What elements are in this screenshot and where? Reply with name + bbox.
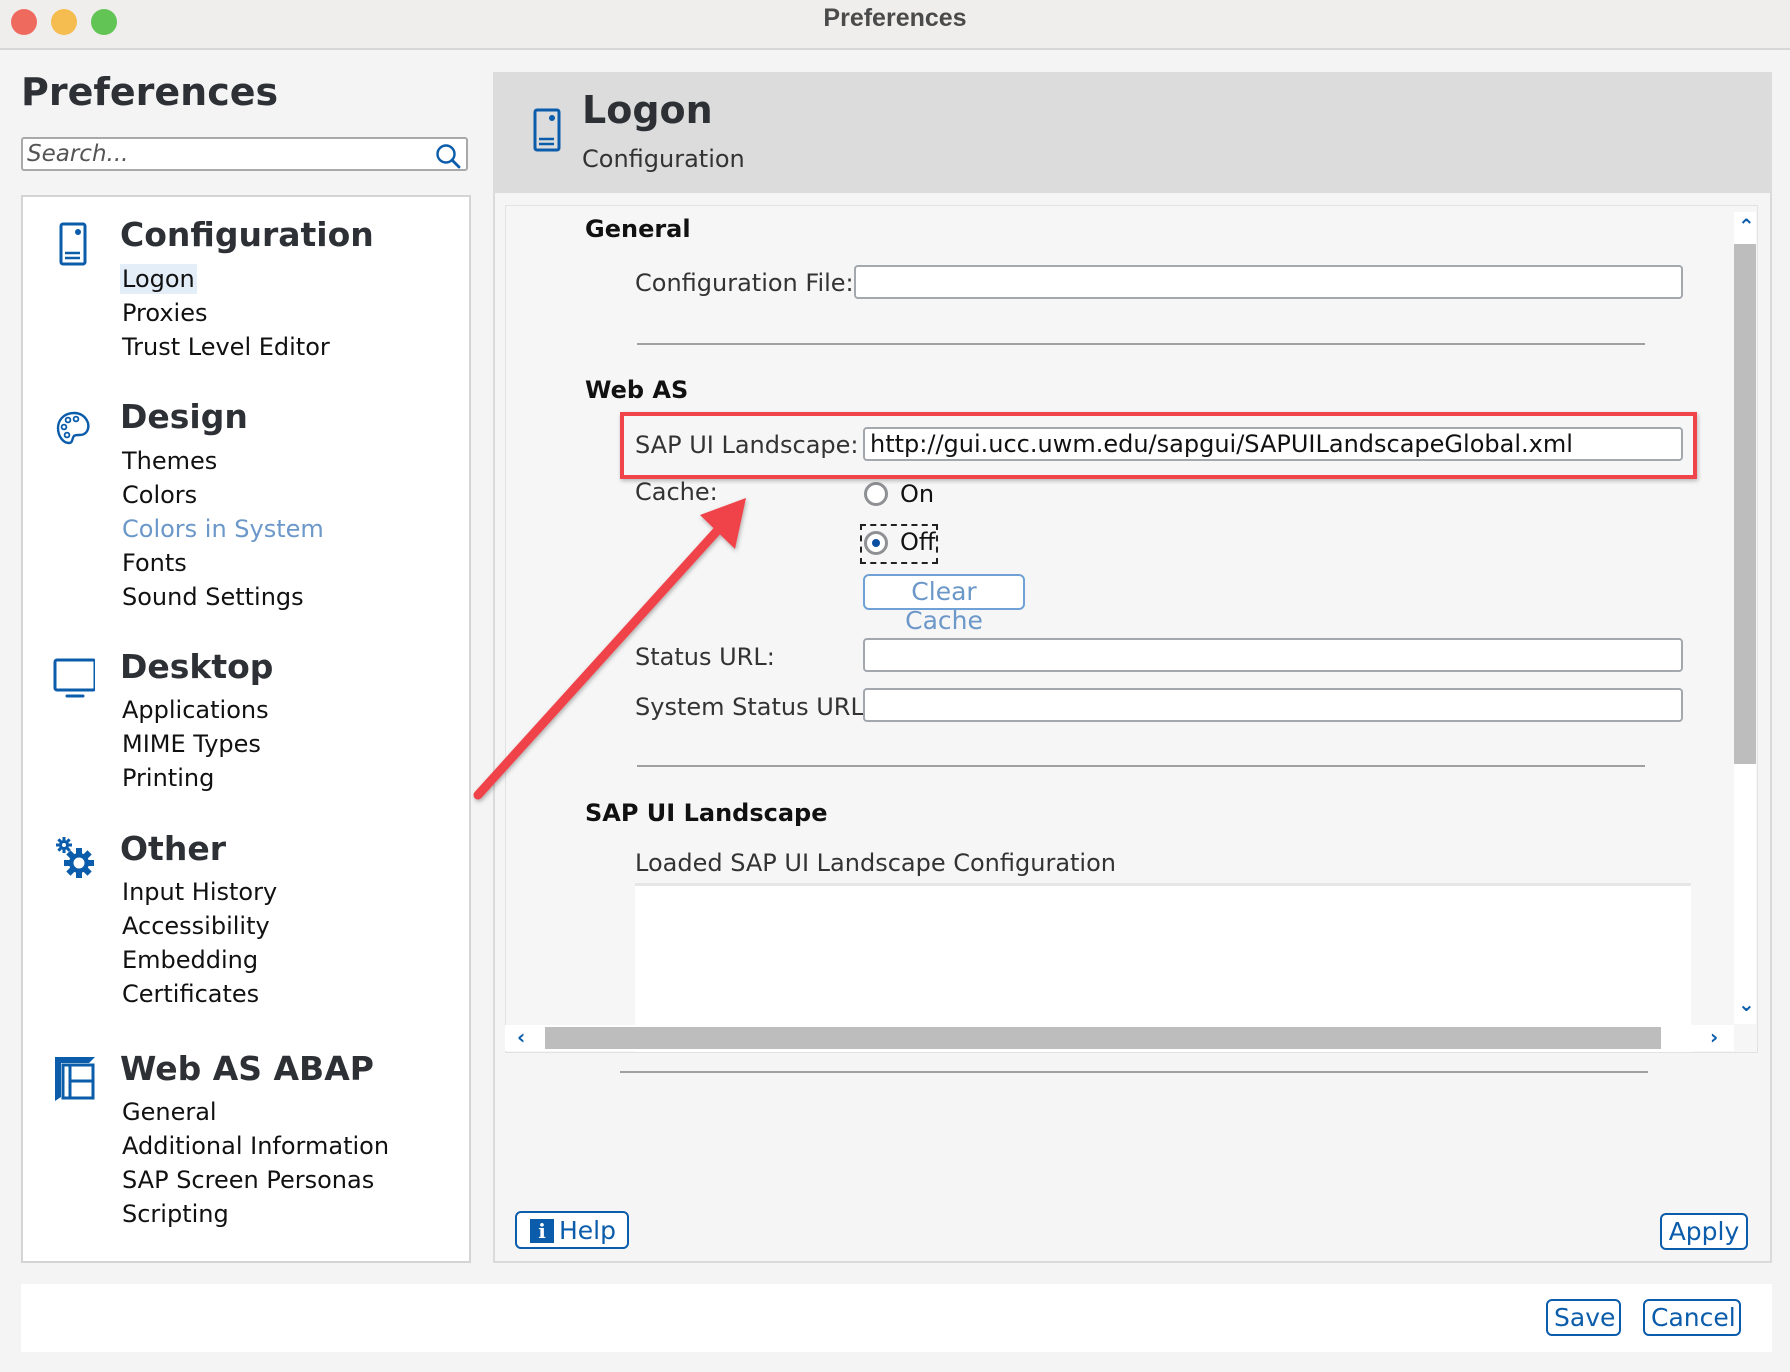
status-url-field[interactable] (863, 638, 1683, 672)
sidebar-item-scripting[interactable]: Scripting (120, 1199, 231, 1229)
sidebar-item-embedding[interactable]: Embedding (120, 945, 260, 975)
sidebar-item-certificates[interactable]: Certificates (120, 979, 261, 1009)
search-input[interactable] (27, 141, 427, 167)
page-subtitle: Configuration (582, 145, 745, 173)
help-label: Help (559, 1215, 616, 1245)
cache-off-label[interactable]: Off (900, 528, 935, 556)
sidebar-item-themes[interactable]: Themes (120, 446, 219, 476)
status-url-label: Status URL: (635, 643, 775, 671)
clear-cache-button[interactable]: Clear Cache (863, 574, 1025, 635)
layout-icon (55, 1057, 95, 1101)
scroll-up-icon[interactable]: ⌃ (1738, 214, 1755, 238)
separator (637, 343, 1645, 345)
nav-group-title: Design (120, 397, 248, 436)
nav-group-title: Other (120, 829, 226, 868)
sidebar-heading: Preferences (21, 70, 279, 114)
cache-label: Cache: (635, 478, 718, 506)
separator (637, 765, 1645, 767)
footer-bar (21, 1284, 1772, 1352)
section-title-general: General (585, 215, 691, 243)
separator (620, 1071, 1648, 1073)
sidebar-nav: Configuration Logon Proxies Trust Level … (21, 195, 471, 1263)
page-title: Logon (582, 88, 713, 132)
sidebar-item-colors-in-system[interactable]: Colors in System (120, 514, 326, 544)
sidebar-item-fonts[interactable]: Fonts (120, 548, 189, 578)
cache-off-radio[interactable] (864, 531, 888, 555)
annotation-highlight-box (620, 412, 1697, 479)
vertical-scrollbar[interactable]: ⌃ ⌄ (1734, 212, 1756, 1024)
configuration-file-label: Configuration File: (635, 269, 854, 297)
cache-on-label[interactable]: On (900, 480, 934, 508)
scroll-down-icon[interactable]: ⌄ (1738, 992, 1755, 1016)
nav-group-title: Configuration (120, 215, 374, 254)
horizontal-scroll-thumb[interactable] (545, 1027, 1661, 1049)
loaded-landscape-label: Loaded SAP UI Landscape Configuration (635, 849, 1116, 877)
apply-button[interactable]: Apply (1660, 1213, 1748, 1250)
section-title-sap-ui-landscape: SAP UI Landscape (585, 799, 828, 827)
device-icon (59, 222, 87, 266)
scroll-left-icon[interactable]: ‹ (517, 1025, 525, 1049)
sidebar-item-mime-types[interactable]: MIME Types (120, 729, 263, 759)
sidebar-item-general[interactable]: General (120, 1097, 219, 1127)
sidebar-item-additional-information[interactable]: Additional Information (120, 1131, 391, 1161)
device-icon (533, 108, 561, 152)
palette-icon (56, 411, 90, 445)
scroll-right-icon[interactable]: › (1710, 1025, 1718, 1049)
save-button[interactable]: Save (1546, 1299, 1621, 1336)
window-title: Preferences (823, 4, 967, 32)
nav-group-title: Web AS ABAP (120, 1049, 374, 1088)
section-title-web-as: Web AS (585, 376, 689, 404)
sidebar-item-sound-settings[interactable]: Sound Settings (120, 582, 306, 612)
nav-group-title: Desktop (120, 647, 274, 686)
gears-icon (56, 837, 94, 878)
sidebar-item-sap-screen-personas[interactable]: SAP Screen Personas (120, 1165, 376, 1195)
sidebar-item-applications[interactable]: Applications (120, 695, 271, 725)
sidebar-item-input-history[interactable]: Input History (120, 877, 279, 907)
radio-selected-dot (872, 539, 880, 547)
monitor-icon (53, 658, 95, 698)
cache-on-radio[interactable] (864, 482, 888, 506)
help-button[interactable]: i Help (515, 1211, 629, 1249)
sidebar-item-logon[interactable]: Logon (120, 264, 197, 294)
sidebar-item-colors[interactable]: Colors (120, 480, 199, 510)
configuration-file-field[interactable] (854, 265, 1683, 299)
search-box[interactable] (21, 137, 468, 171)
sidebar-item-accessibility[interactable]: Accessibility (120, 911, 272, 941)
search-icon[interactable] (434, 142, 462, 170)
horizontal-scrollbar[interactable]: ‹ › (505, 1025, 1734, 1051)
sidebar-item-proxies[interactable]: Proxies (120, 298, 209, 328)
settings-scroll-area: General Configuration File: Web AS SAP U… (505, 205, 1758, 1053)
sidebar-item-printing[interactable]: Printing (120, 763, 216, 793)
system-status-url-field[interactable] (863, 688, 1683, 722)
cancel-button[interactable]: Cancel (1643, 1299, 1741, 1336)
info-icon: i (530, 1219, 554, 1243)
vertical-scroll-thumb[interactable] (1734, 244, 1756, 764)
sidebar-item-trust-level-editor[interactable]: Trust Level Editor (120, 332, 332, 362)
system-status-url-label: System Status URL: (635, 693, 872, 721)
